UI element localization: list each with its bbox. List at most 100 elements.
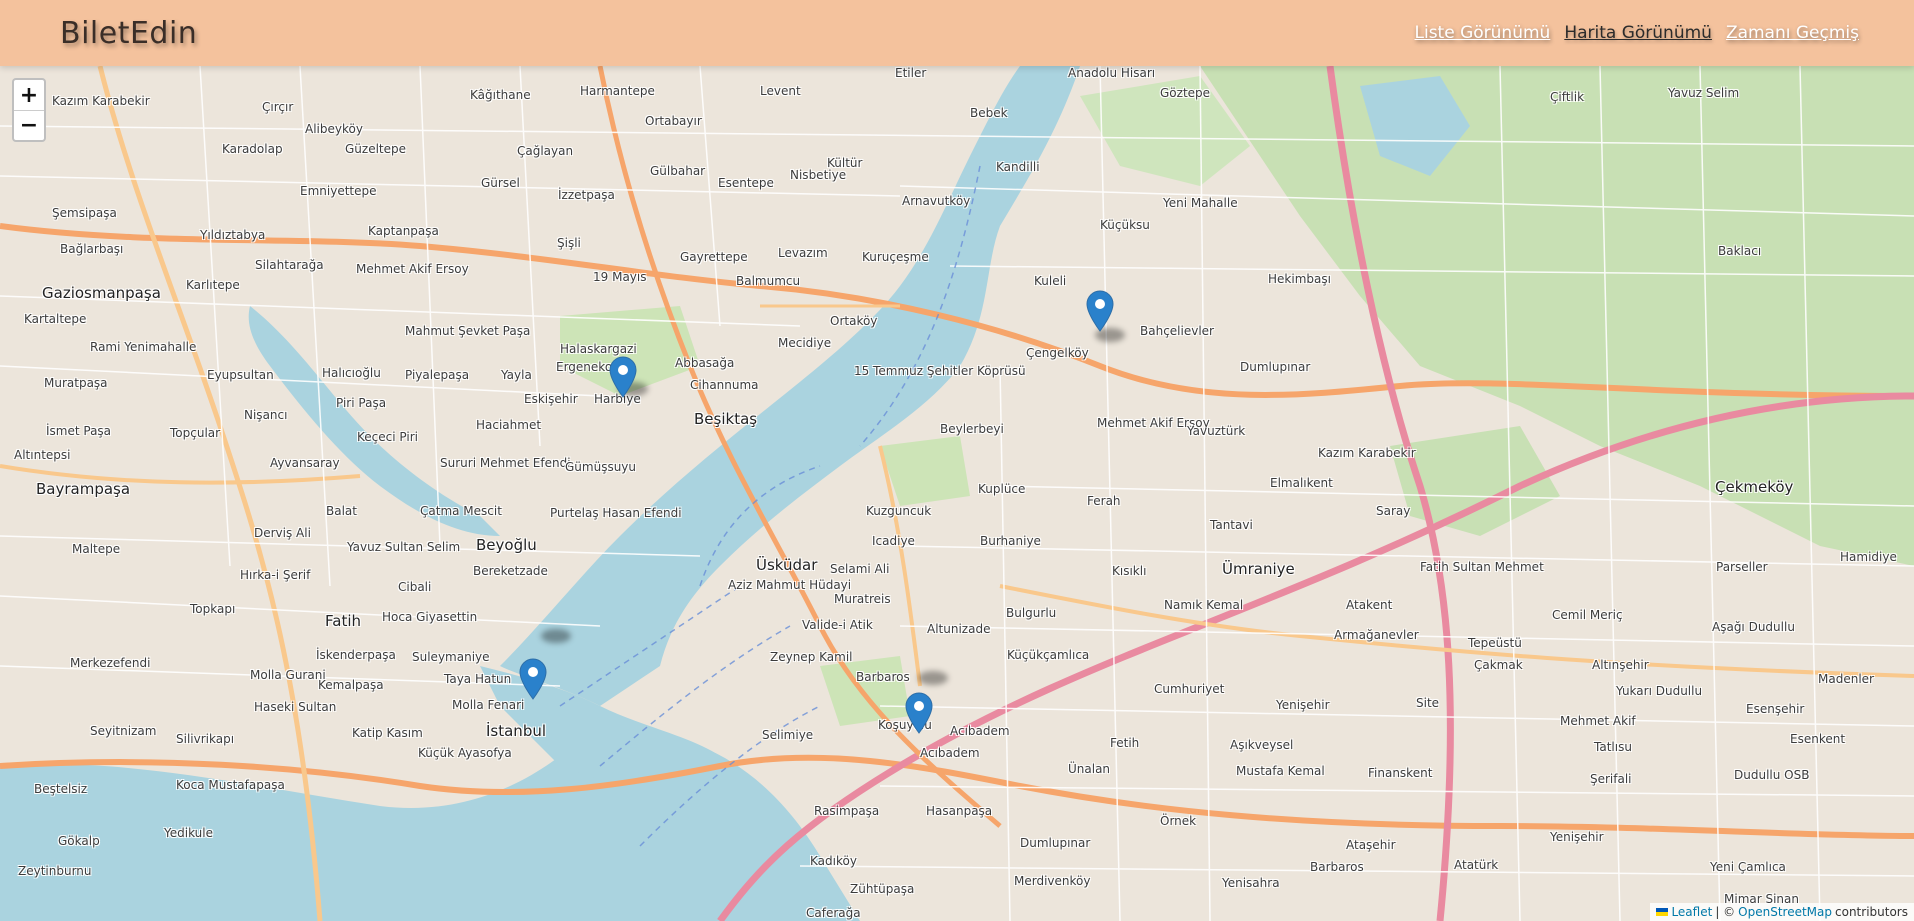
place-label: Beşiktaş (694, 410, 758, 428)
place-label: Haciahmet (476, 418, 542, 432)
place-label: Abbasağa (675, 356, 735, 370)
place-label: Site (1416, 696, 1440, 710)
place-label: Haseki Sultan (254, 700, 337, 714)
place-label: Kazım Karabekir (1318, 446, 1416, 460)
place-label: Şemsipaşa (52, 206, 117, 220)
place-label: Rasimpaşa (814, 804, 880, 818)
place-label: Altunizade (927, 622, 991, 636)
nav-link-past-events[interactable]: Zamanı Geçmiş (1726, 23, 1859, 43)
place-label: Karadolap (222, 142, 283, 156)
place-label: Kazım Karabekir (52, 94, 150, 108)
place-label: Hamidiye (1840, 550, 1897, 564)
place-label: Çağlayan (517, 144, 574, 158)
place-label: Aşağı Dudullu (1712, 620, 1795, 634)
place-label: Baklacı (1718, 244, 1762, 258)
place-label: Fatih (325, 612, 361, 630)
place-label: Hasanpaşa (926, 804, 993, 818)
place-label: Kadıköy (810, 854, 857, 868)
place-label: Namık Kemal (1164, 598, 1244, 612)
nav-link-list-view[interactable]: Liste Görünümü (1415, 23, 1551, 43)
place-label: Ataşehir (1346, 838, 1396, 852)
event-marker-icon[interactable] (905, 692, 933, 734)
place-label: Sururi Mehmet Efendi (440, 456, 571, 470)
place-label: Yenişehir (1276, 698, 1330, 712)
place-label: Etiler (895, 66, 927, 80)
nav-link-map-view[interactable]: Harita Görünümü (1564, 23, 1712, 43)
place-label: Küçük Ayasofya (418, 746, 512, 760)
place-label: Ortabayır (645, 114, 702, 128)
place-label: Göztepe (1160, 86, 1211, 100)
place-label: Şerifali (1590, 772, 1632, 786)
place-label: Tepeüstü (1468, 636, 1522, 650)
place-label: Yeni Mahalle (1163, 196, 1238, 210)
place-label: Atatürk (1454, 858, 1499, 872)
place-label: Armağanevler (1334, 628, 1419, 642)
place-label: Dumlupınar (1020, 836, 1091, 850)
place-label: İzzetpaşa (558, 188, 615, 202)
place-label: Beştelsiz (34, 782, 88, 796)
brand-logo[interactable]: BiletEdin (60, 16, 197, 51)
zoom-control: + − (12, 78, 46, 142)
place-label: Ümraniye (1222, 560, 1295, 578)
place-label: Barbaros (856, 670, 910, 684)
place-label: Merdivenköy (1014, 874, 1091, 888)
place-label: Küçüksu (1100, 218, 1150, 232)
place-label: Yenisahra (1222, 876, 1280, 890)
place-label: Yukarı Dudullu (1616, 684, 1703, 698)
place-label: Silahtarağa (255, 258, 324, 272)
attribution-separator: | © (1715, 905, 1736, 919)
place-label: İstanbul (486, 722, 547, 740)
place-label: Halaskargazi (560, 342, 637, 356)
place-label: Gürsel (481, 176, 520, 190)
place-label: Çekmeköy (1715, 478, 1794, 496)
place-label: Dumlupınar (1240, 360, 1311, 374)
place-label: Zeytinburnu (18, 864, 92, 878)
event-marker-icon[interactable] (609, 356, 637, 398)
place-label: Levent (760, 84, 801, 98)
place-label: Zeynep Kamil (770, 650, 853, 664)
place-label: Küçükçamlıca (1007, 648, 1090, 662)
place-label: Çakmak (1474, 658, 1523, 672)
place-label: Beyoğlu (476, 536, 537, 554)
place-label: Fatih Sultan Mehmet (1420, 560, 1544, 574)
place-label: Saray (1376, 504, 1411, 518)
osm-link[interactable]: OpenStreetMap (1738, 905, 1832, 919)
place-label: Bebek (970, 106, 1008, 120)
place-label: Yavuz Selim (1668, 86, 1740, 100)
place-label: Seyitnizam (90, 724, 157, 738)
place-label: Karlıtepe (186, 278, 240, 292)
place-label: Fetih (1110, 736, 1140, 750)
map-container[interactable]: Kâğıthane Harmantepe Levent Etiler Anado… (0, 66, 1914, 921)
place-label: Esenşehir (1746, 702, 1805, 716)
place-label: Ünalan (1068, 762, 1111, 776)
place-label: Ayvansaray (270, 456, 340, 470)
place-label: Yeni Çamlıca (1710, 860, 1786, 874)
place-label: Eyupsultan (207, 368, 274, 382)
place-label: Kuzguncuk (866, 504, 932, 518)
place-label: Çiftlik (1550, 90, 1585, 104)
place-label: Yedikule (164, 826, 213, 840)
place-label: Topçular (170, 426, 221, 440)
place-label: Taya Hatun (444, 672, 512, 686)
leaflet-link[interactable]: Leaflet (1671, 905, 1712, 919)
place-label: Kuruçeşme (862, 250, 929, 264)
place-label: Molla Fenari (452, 698, 525, 712)
event-marker-icon[interactable] (1086, 290, 1114, 332)
place-label: Balat (326, 504, 357, 518)
top-navbar: BiletEdin Liste Görünümü Harita Görünümü… (0, 0, 1914, 66)
place-label: Madenler (1818, 672, 1874, 686)
place-label: Güzeltepe (345, 142, 407, 156)
event-marker-icon[interactable] (519, 658, 547, 700)
place-label: Bağlarbaşı (60, 242, 124, 256)
place-label: Aşıkveysel (1230, 738, 1294, 752)
place-label: Silivrikapı (176, 732, 235, 746)
place-label: Muratreis (834, 592, 891, 606)
place-label: Yavuz Sultan Selim (347, 540, 461, 554)
place-label: Icadiye (872, 534, 915, 548)
zoom-out-button[interactable]: − (14, 110, 44, 140)
place-label: Acıbadem (950, 724, 1010, 738)
place-label: Selami Ali (830, 562, 890, 576)
zoom-in-button[interactable]: + (14, 80, 44, 110)
place-label: Tantavi (1210, 518, 1253, 532)
place-label: Parseller (1716, 560, 1768, 574)
